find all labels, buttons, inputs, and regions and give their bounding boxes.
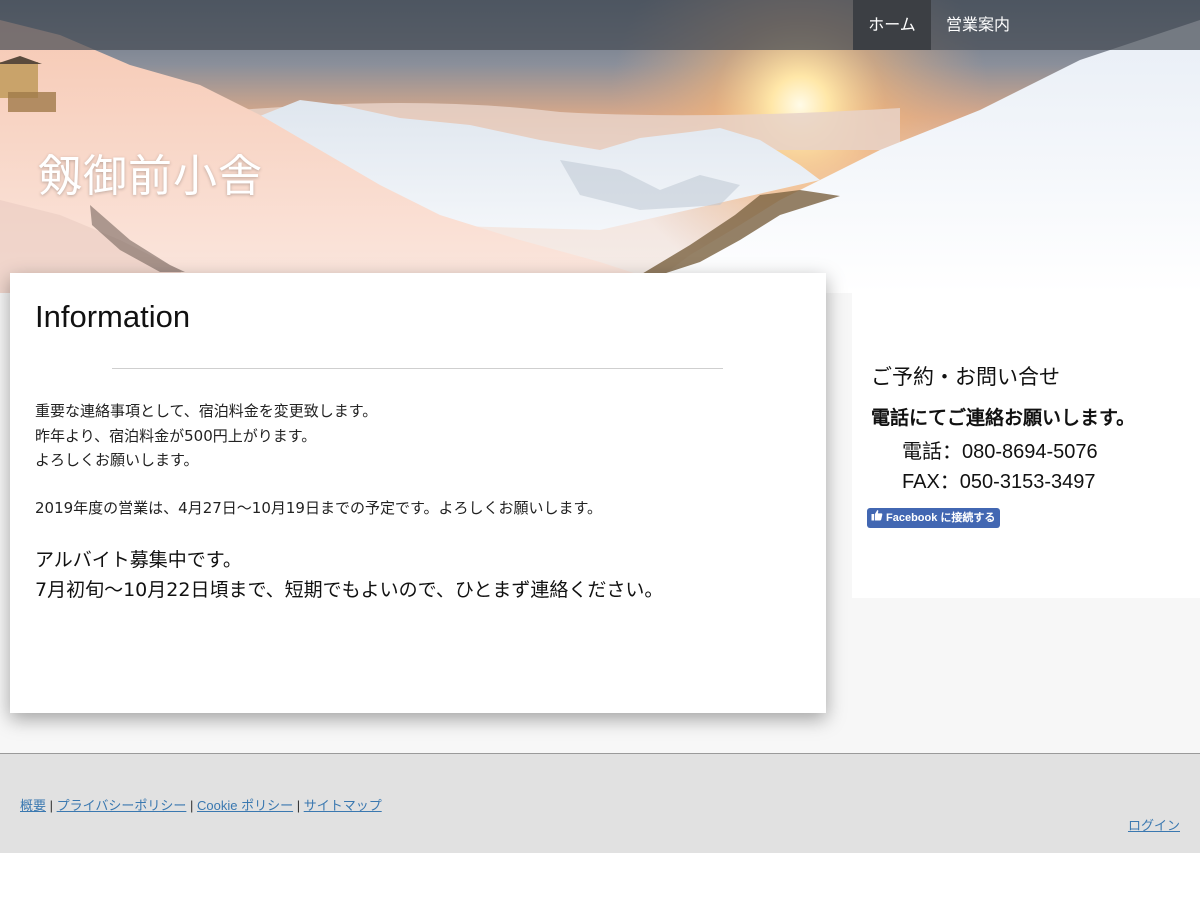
footer-link-cookie-policy[interactable]: Cookie ポリシー xyxy=(197,798,293,813)
information-heading: Information xyxy=(35,299,191,334)
heading-divider xyxy=(112,368,723,369)
facebook-connect-button[interactable]: Facebook に接続する xyxy=(867,508,1001,528)
top-navbar: ホーム 営業案内 xyxy=(0,0,1200,50)
footer-link-overview[interactable]: 概要 xyxy=(20,798,46,813)
phone-number: 電話：080-8694-5076 xyxy=(902,441,1098,463)
footer-separator: | xyxy=(293,798,304,813)
footer: 概要 | プライバシーポリシー | Cookie ポリシー | サイトマップ ロ… xyxy=(0,753,1200,854)
footer-separator: | xyxy=(46,798,57,813)
notice-line-1: 重要な連絡事項として、宿泊料金を変更致します。 xyxy=(35,402,378,420)
header-hero: ホーム 営業案内 剱御前小舎 xyxy=(0,0,1200,293)
facebook-button-label: Facebook に接続する xyxy=(886,512,996,524)
login-link[interactable]: ログイン xyxy=(1128,818,1180,833)
site-title[interactable]: 剱御前小舎 xyxy=(38,140,263,204)
footer-links: 概要 | プライバシーポリシー | Cookie ポリシー | サイトマップ xyxy=(20,795,382,814)
page-bottom xyxy=(0,853,1200,900)
season-schedule-text: 2019年度の営業は、4月27日～10月19日までの予定です。よろしくお願いしま… xyxy=(35,499,602,517)
contact-instruction: 電話にてご連絡お願いします。 xyxy=(871,407,1136,429)
nav-home-link[interactable]: ホーム xyxy=(853,0,931,50)
nav-business-info-link[interactable]: 営業案内 xyxy=(931,0,1025,50)
notice-line-2: 昨年より、宿泊料金が500円上がります。 xyxy=(35,427,317,445)
footer-separator: | xyxy=(186,798,197,813)
information-card: Information 重要な連絡事項として、宿泊料金を変更致します。 昨年より… xyxy=(10,273,826,713)
contact-sidebar: ご予約・お問い合せ 電話にてご連絡お願いします。 電話：080-8694-507… xyxy=(852,293,1200,598)
fax-number: FAX：050-3153-3497 xyxy=(902,471,1096,493)
login-link-wrapper: ログイン xyxy=(1128,815,1180,834)
contact-heading: ご予約・お問い合せ xyxy=(871,365,1060,389)
footer-link-sitemap[interactable]: サイトマップ xyxy=(304,798,382,813)
thumbs-up-icon xyxy=(871,508,883,528)
recruit-line-1: アルバイト募集中です。 xyxy=(35,549,242,571)
recruit-line-2: 7月初旬～10月22日頃まで、短期でもよいので、ひとまず連絡ください。 xyxy=(35,579,664,601)
footer-link-privacy-policy[interactable]: プライバシーポリシー xyxy=(57,798,187,813)
notice-line-3: よろしくお願いします。 xyxy=(35,451,199,469)
